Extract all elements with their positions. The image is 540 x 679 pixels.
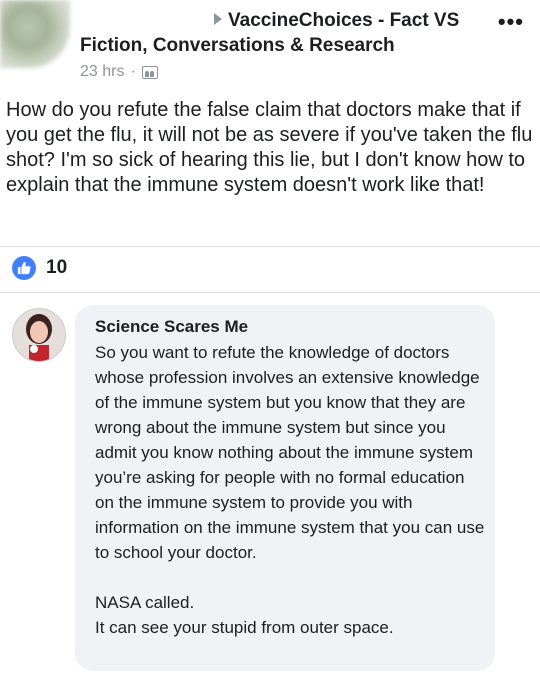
divider	[0, 292, 540, 293]
caret-right-icon	[214, 13, 222, 25]
meta-separator: ·	[130, 63, 136, 80]
group-icon	[141, 65, 158, 79]
poster-avatar[interactable]	[0, 0, 70, 68]
reaction-count[interactable]: 10	[46, 257, 67, 279]
reactions-bar[interactable]: 10	[12, 256, 67, 280]
post-time[interactable]: 23 hrs	[80, 63, 124, 81]
divider	[0, 246, 540, 247]
group-name-link[interactable]: VaccineChoices - Fact VS Fiction, Conver…	[80, 8, 480, 58]
post-text: How do you refute the false claim that d…	[6, 99, 533, 196]
comment-text: So you want to refute the knowledge of d…	[95, 343, 485, 637]
group-name[interactable]: VaccineChoices - Fact VS Fiction, Conver…	[80, 10, 459, 56]
comment-bubble: Science Scares Me So you want to refute …	[75, 305, 495, 671]
post-meta: 23 hrs ·	[80, 63, 158, 81]
like-icon[interactable]	[12, 256, 36, 280]
comment-author[interactable]: Science Scares Me	[95, 317, 248, 337]
post-header: VaccineChoices - Fact VS Fiction, Conver…	[0, 0, 540, 90]
commenter-avatar[interactable]	[12, 308, 66, 362]
more-horizontal-icon[interactable]: •••	[498, 11, 524, 33]
